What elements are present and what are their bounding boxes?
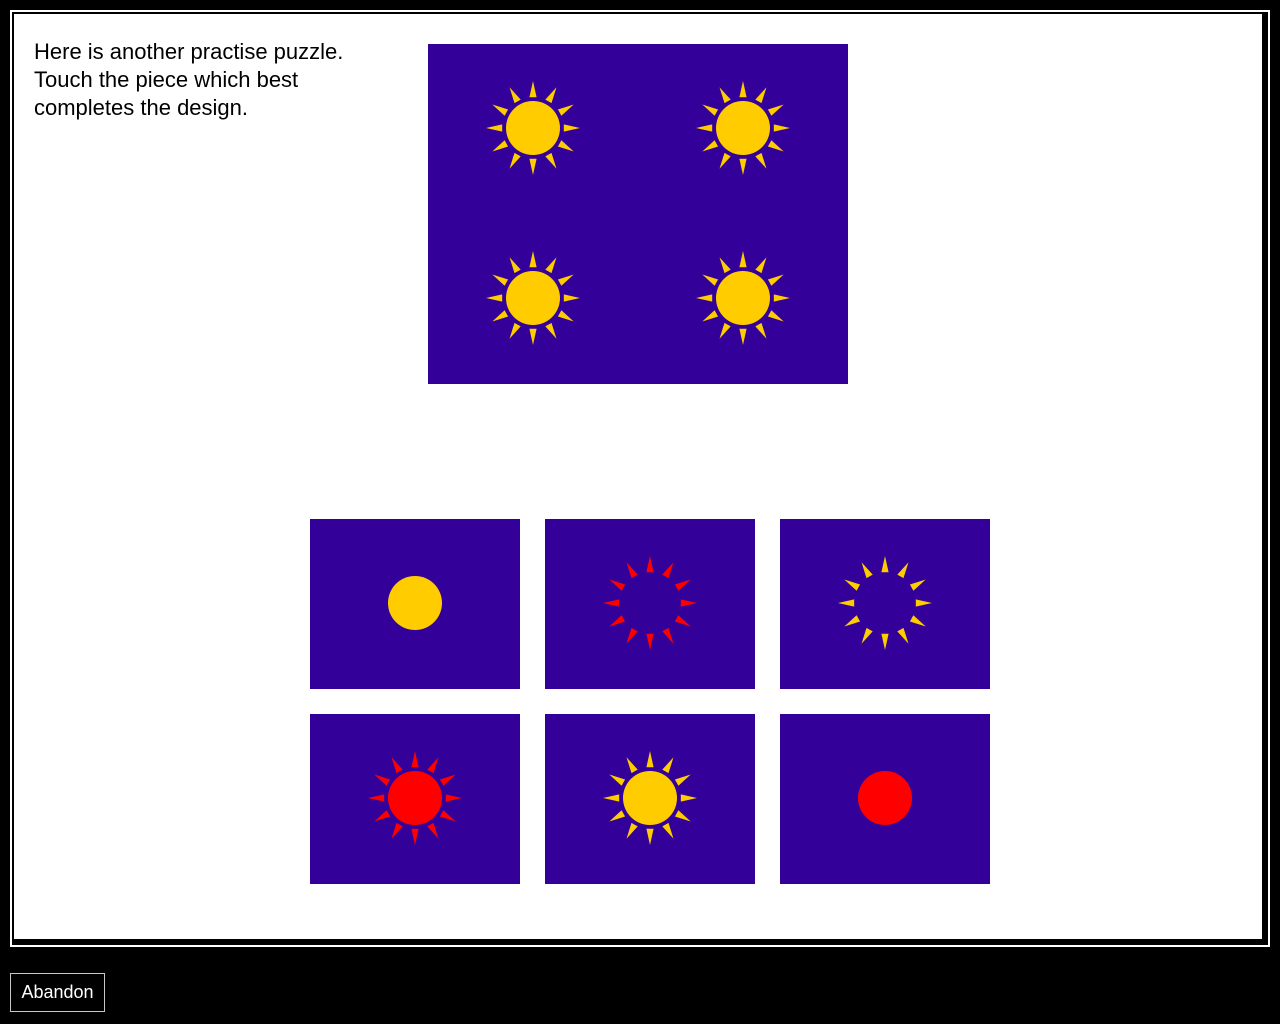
sun-disc [506,101,560,155]
sun-disc [388,576,442,630]
option-sun [388,576,442,630]
task-frame: Here is another practise puzzle. Touch t… [10,10,1270,947]
instructions-line-2: Touch the piece which best [34,67,299,92]
sun-disc [506,271,560,325]
sun-disc [716,271,770,325]
option-sun [858,771,912,825]
option-6-canvas [780,714,990,884]
answer-option-5[interactable] [545,714,755,884]
sun-disc [716,101,770,155]
app-screen: Here is another practise puzzle. Touch t… [0,0,1280,1024]
task-area: Here is another practise puzzle. Touch t… [14,14,1262,939]
option-2-canvas [545,519,755,689]
instructions-line-3: completes the design. [34,95,249,120]
option-background [780,519,990,689]
answer-option-6[interactable] [780,714,990,884]
answer-option-2[interactable] [545,519,755,689]
instructions-text: Here is another practise puzzle. Touch t… [34,38,414,122]
option-background [545,519,755,689]
instructions-line-1: Here is another practise puzzle. [34,39,344,64]
answer-option-1[interactable] [310,519,520,689]
sun-disc [623,771,677,825]
option-3-canvas [780,519,990,689]
puzzle-background [428,44,848,384]
sun-disc [858,771,912,825]
sun-disc [388,771,442,825]
answer-option-3[interactable] [780,519,990,689]
puzzle-design [428,44,848,384]
option-4-canvas [310,714,520,884]
option-5-canvas [545,714,755,884]
answer-option-4[interactable] [310,714,520,884]
puzzle-canvas [428,44,848,384]
abandon-button[interactable]: Abandon [10,973,105,1012]
option-1-canvas [310,519,520,689]
